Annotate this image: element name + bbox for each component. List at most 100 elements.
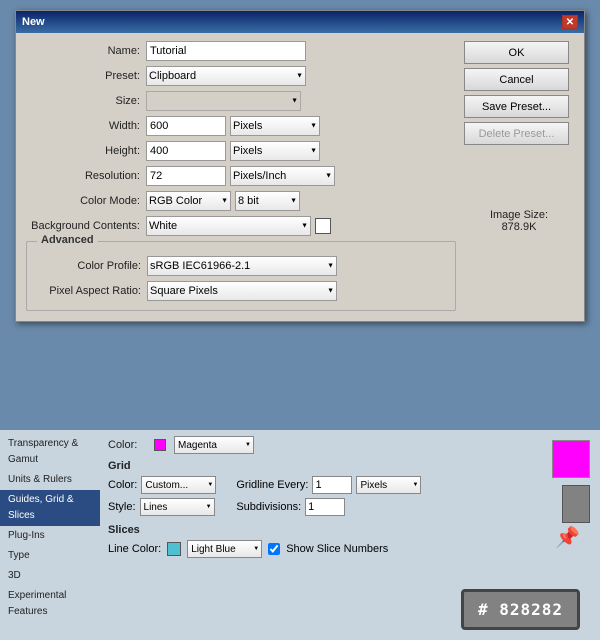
grid-color-label: Color: — [108, 479, 137, 491]
show-slice-numbers-checkbox[interactable] — [268, 543, 280, 555]
grid-style-label: Style: — [108, 501, 136, 513]
preset-dropdown[interactable]: Clipboard Custom Default Photoshop Size — [146, 66, 306, 86]
dialog-title: New — [22, 16, 45, 28]
slice-row: Line Color: Light Blue Red Green Show Sl… — [108, 540, 522, 558]
height-units-dropdown[interactable]: Pixels Inches Centimeters — [230, 141, 320, 161]
size-row: Size: — [26, 91, 456, 111]
image-size-container: Image Size: 878.9K — [464, 209, 574, 233]
bit-dropdown[interactable]: 8 bit 16 bit 32 bit — [235, 191, 300, 211]
gridline-units-dropdown[interactable]: Pixels Inches — [356, 476, 421, 494]
background-dropdown-wrapper: White Background Color Transparent — [146, 216, 311, 236]
grid-color-row: Color: Custom... Light Blue — [108, 476, 216, 494]
resolution-units-dropdown[interactable]: Pixels/Inch Pixels/Centimeter — [230, 166, 335, 186]
background-dropdown[interactable]: White Background Color Transparent — [146, 216, 311, 236]
image-size-label: Image Size: — [464, 209, 574, 221]
slices-title: Slices — [108, 524, 522, 536]
show-slice-numbers-label: Show Slice Numbers — [286, 543, 388, 555]
grid-section-title: Grid — [108, 460, 522, 472]
dialog-right: OK Cancel Save Preset... Delete Preset..… — [464, 41, 574, 311]
width-units-wrapper: Pixels Inches Centimeters — [230, 116, 320, 136]
gray-preview-swatch — [562, 485, 590, 523]
delete-preset-button[interactable]: Delete Preset... — [464, 122, 569, 145]
background-row: Background Contents: White Background Co… — [26, 216, 456, 236]
height-input[interactable] — [146, 141, 226, 161]
magenta-preview-swatch — [552, 440, 590, 478]
pixel-aspect-row: Pixel Aspect Ratio: Square Pixels D1/DV … — [27, 281, 455, 301]
gridline-input[interactable] — [312, 476, 352, 494]
gridline-row: Gridline Every: Pixels Inches — [236, 476, 421, 494]
width-label: Width: — [26, 120, 146, 132]
sidebar: Transparency & Gamut Units & Rulers Guid… — [0, 430, 100, 640]
height-row: Height: Pixels Inches Centimeters — [26, 141, 456, 161]
pin-icon: 📌 — [555, 525, 580, 550]
new-dialog: New ✕ Name: Preset: Clipboard Custom Def… — [15, 10, 585, 322]
color-mode-row: Color Mode: RGB Color CMYK Color Graysca… — [26, 191, 456, 211]
grid-color-wrapper: Custom... Light Blue — [141, 476, 216, 494]
sidebar-item-experimental[interactable]: Experimental Features — [0, 586, 100, 622]
size-dropdown[interactable] — [146, 91, 301, 111]
pixel-aspect-dropdown[interactable]: Square Pixels D1/DV NTSC D1/DV PAL — [147, 281, 337, 301]
sidebar-item-transparency[interactable]: Transparency & Gamut — [0, 434, 100, 470]
grid-color-dropdown[interactable]: Custom... Light Blue — [141, 476, 216, 494]
color-mode-wrapper: RGB Color CMYK Color Grayscale — [146, 191, 231, 211]
save-preset-button[interactable]: Save Preset... — [464, 95, 569, 118]
color-row: Color: Magenta Cyan Light Blue — [108, 436, 522, 454]
resolution-label: Resolution: — [26, 170, 146, 182]
name-label: Name: — [26, 45, 146, 57]
image-size-value: 878.9K — [464, 221, 574, 233]
bit-wrapper: 8 bit 16 bit 32 bit — [235, 191, 300, 211]
dialog-body: Name: Preset: Clipboard Custom Default P… — [16, 33, 584, 321]
advanced-legend: Advanced — [37, 234, 98, 246]
color-profile-dropdown[interactable]: sRGB IEC61966-2.1 Adobe RGB ProPhoto RGB — [147, 256, 337, 276]
cancel-button[interactable]: Cancel — [464, 68, 569, 91]
ok-button[interactable]: OK — [464, 41, 569, 64]
resolution-units-wrapper: Pixels/Inch Pixels/Centimeter — [230, 166, 335, 186]
name-row: Name: — [26, 41, 456, 61]
line-color-label: Line Color: — [108, 543, 161, 555]
sidebar-item-plugins[interactable]: Plug-Ins — [0, 526, 100, 546]
subdivisions-label: Subdivisions: — [236, 501, 301, 513]
magenta-color-swatch — [154, 439, 166, 451]
grid-col-right: Gridline Every: Pixels Inches Subdivisio… — [236, 476, 421, 516]
color-label: Color: — [108, 439, 148, 451]
line-color-wrapper: Light Blue Red Green — [187, 540, 262, 558]
slices-section: Slices Line Color: Light Blue Red Green … — [108, 524, 522, 558]
dialog-left: Name: Preset: Clipboard Custom Default P… — [26, 41, 456, 311]
name-input[interactable] — [146, 41, 306, 61]
height-units-wrapper: Pixels Inches Centimeters — [230, 141, 320, 161]
dialog-titlebar: New ✕ — [16, 11, 584, 33]
preset-dropdown-wrapper: Clipboard Custom Default Photoshop Size — [146, 66, 306, 86]
preset-label: Preset: — [26, 70, 146, 82]
resolution-input[interactable] — [146, 166, 226, 186]
color-dropdown[interactable]: Magenta Cyan Light Blue — [174, 436, 254, 454]
sidebar-item-3d[interactable]: 3D — [0, 566, 100, 586]
pixel-aspect-wrapper: Square Pixels D1/DV NTSC D1/DV PAL — [147, 281, 337, 301]
width-input[interactable] — [146, 116, 226, 136]
grid-rows: Color: Custom... Light Blue Style: Lines… — [108, 476, 522, 516]
color-profile-label: Color Profile: — [27, 260, 147, 272]
size-dropdown-wrapper — [146, 91, 301, 111]
gridline-label: Gridline Every: — [236, 479, 308, 491]
subdivisions-input[interactable] — [305, 498, 345, 516]
sidebar-item-type[interactable]: Type — [0, 546, 100, 566]
height-label: Height: — [26, 145, 146, 157]
preset-row: Preset: Clipboard Custom Default Photosh… — [26, 66, 456, 86]
sidebar-item-units[interactable]: Units & Rulers — [0, 470, 100, 490]
sidebar-item-guides[interactable]: Guides, Grid & Slices — [0, 490, 100, 526]
width-units-dropdown[interactable]: Pixels Inches Centimeters — [230, 116, 320, 136]
grid-col-left: Color: Custom... Light Blue Style: Lines… — [108, 476, 216, 516]
size-label: Size: — [26, 95, 146, 107]
color-mode-label: Color Mode: — [26, 195, 146, 207]
close-button[interactable]: ✕ — [562, 15, 578, 29]
color-profile-row: Color Profile: sRGB IEC61966-2.1 Adobe R… — [27, 256, 455, 276]
background-label: Background Contents: — [26, 220, 146, 232]
gridline-units-wrapper: Pixels Inches — [356, 476, 421, 494]
color-profile-wrapper: sRGB IEC61966-2.1 Adobe RGB ProPhoto RGB — [147, 256, 337, 276]
subdivisions-row: Subdivisions: — [236, 498, 421, 516]
line-color-dropdown[interactable]: Light Blue Red Green — [187, 540, 262, 558]
color-mode-dropdown[interactable]: RGB Color CMYK Color Grayscale — [146, 191, 231, 211]
width-row: Width: Pixels Inches Centimeters — [26, 116, 456, 136]
grid-style-dropdown[interactable]: Lines Dashes Dots — [140, 498, 215, 516]
line-color-swatch — [167, 542, 181, 556]
color-dropdown-wrapper: Magenta Cyan Light Blue — [174, 436, 254, 454]
